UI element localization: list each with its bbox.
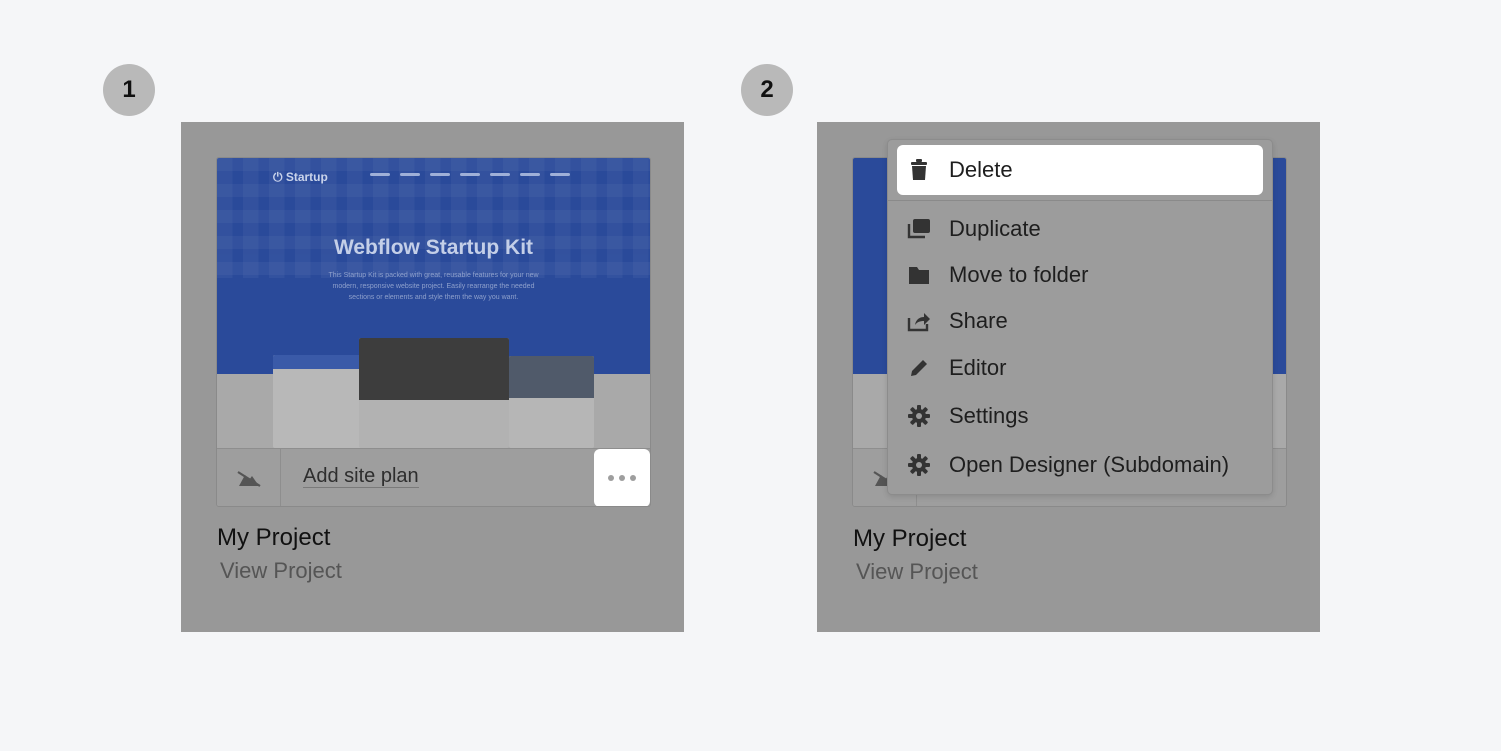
add-site-plan-link[interactable]: Add site plan	[303, 465, 419, 488]
thumbnail-title: Webflow Startup Kit	[333, 236, 534, 259]
view-project-link[interactable]: View Project	[220, 558, 342, 584]
thumbnail-subtitle: This Startup Kit is packed with great, r…	[328, 272, 539, 301]
thumbnail-nav	[370, 173, 570, 176]
thumbnail-logo: ⏻ Startup	[273, 170, 328, 184]
menu-item-label: Editor	[949, 355, 1007, 380]
step-badge-2: 2	[741, 64, 793, 116]
trash-icon	[907, 158, 931, 182]
card-footer: Add site plan	[217, 448, 650, 506]
dot-icon	[608, 475, 614, 481]
dot-icon	[630, 475, 636, 481]
menu-item-label: Settings	[949, 403, 1029, 428]
folder-icon	[907, 263, 931, 287]
menu-item-move-to-folder[interactable]: Move to folder	[897, 250, 1263, 300]
thumbnail-mockup-right	[509, 356, 594, 448]
step-number: 1	[122, 76, 136, 103]
dot-icon	[619, 475, 625, 481]
step-number: 2	[760, 76, 774, 103]
duplicate-icon	[907, 217, 931, 241]
menu-item-label: Duplicate	[949, 216, 1041, 241]
view-project-link[interactable]: View Project	[856, 559, 978, 585]
menu-item-editor[interactable]: Editor	[897, 343, 1263, 393]
menu-item-duplicate[interactable]: Duplicate	[897, 204, 1263, 254]
menu-item-settings[interactable]: Settings	[897, 391, 1263, 441]
menu-item-label: Share	[949, 308, 1008, 333]
project-options-menu: Delete Duplicate Move to folder Share Ed…	[887, 139, 1273, 495]
menu-item-label: Delete	[949, 157, 1013, 182]
menu-item-label: Move to folder	[949, 262, 1089, 287]
project-title[interactable]: My Project	[853, 525, 966, 553]
step-1-panel: ⏻ Startup Webflow Startup Kit This Start…	[181, 122, 684, 632]
project-title[interactable]: My Project	[217, 524, 330, 552]
gear-icon	[907, 404, 931, 428]
menu-item-share[interactable]: Share	[897, 296, 1263, 346]
step-2-panel: My Project View Project Delete Duplicate	[817, 122, 1320, 632]
gear-icon	[907, 453, 931, 477]
menu-item-label: Open Designer (Subdomain)	[949, 452, 1230, 477]
thumbnail-mockup-center	[359, 338, 509, 448]
menu-divider	[888, 200, 1272, 201]
menu-item-delete[interactable]: Delete	[897, 145, 1263, 195]
menu-item-open-designer-subdomain[interactable]: Open Designer (Subdomain)	[897, 440, 1263, 490]
more-options-button[interactable]	[594, 449, 650, 506]
no-site-plan-icon	[217, 449, 281, 506]
project-thumbnail[interactable]: ⏻ Startup Webflow Startup Kit This Start…	[217, 158, 650, 448]
pencil-icon	[907, 356, 931, 380]
share-icon	[907, 309, 931, 333]
step-badge-1: 1	[103, 64, 155, 116]
project-card[interactable]: ⏻ Startup Webflow Startup Kit This Start…	[216, 157, 651, 507]
